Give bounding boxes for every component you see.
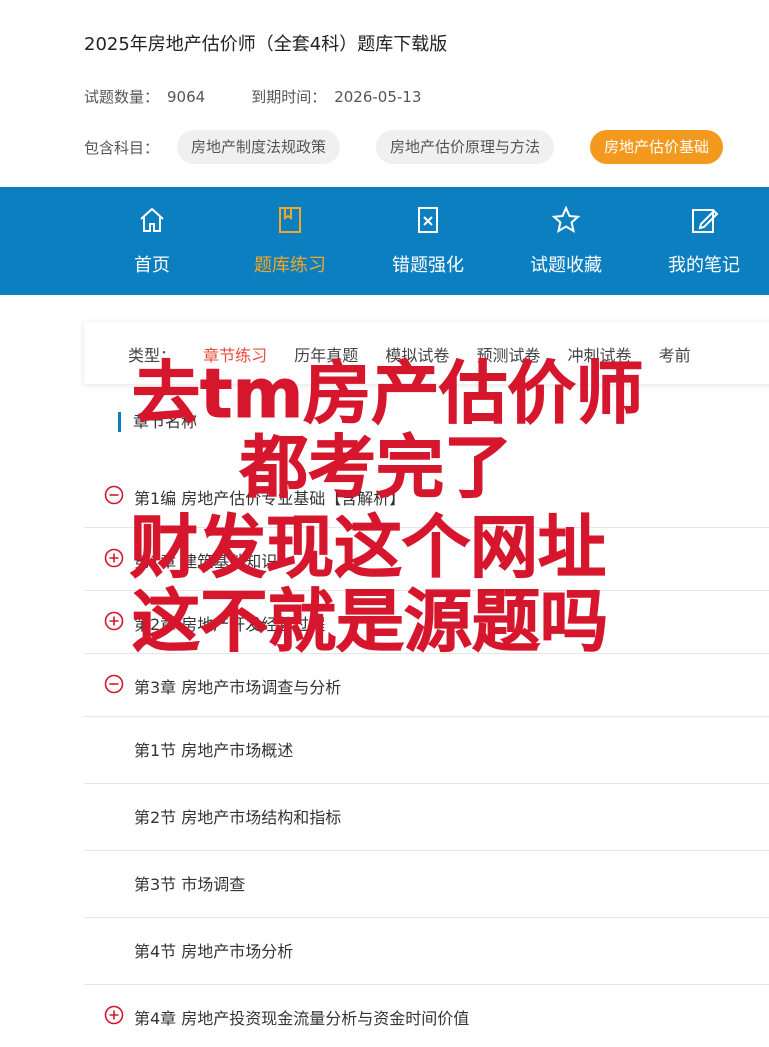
chapter-title: 第3章 房地产市场调查与分析 — [134, 678, 342, 697]
nav-practice[interactable]: 题库练习 — [230, 187, 350, 295]
section-row[interactable]: 第2节 房地产市场结构和指标 — [84, 784, 769, 851]
subject-pill[interactable]: 房地产制度法规政策 — [177, 130, 341, 164]
chapter-header: 章节名称 — [118, 412, 197, 432]
nav-wrong[interactable]: 错题强化 — [368, 187, 488, 295]
wrong-icon — [418, 207, 438, 233]
section-title: 第2节 房地产市场结构和指标 — [134, 808, 342, 827]
subject-pill-active[interactable]: 房地产估价基础 — [590, 130, 724, 164]
nav-favorites[interactable]: 试题收藏 — [506, 187, 626, 295]
type-label: 类型： — [128, 346, 177, 365]
subjects-row: 包含科目： 房地产制度法规政策 房地产估价原理与方法 房地产估价基础 — [84, 130, 759, 164]
tab-chapter-practice[interactable]: 章节练习 — [203, 346, 267, 365]
nav-label: 我的笔记 — [668, 255, 740, 276]
section-row[interactable]: 第3节 市场调查 — [84, 851, 769, 918]
count-value: 9064 — [167, 88, 206, 106]
expire-value: 2026-05-13 — [334, 88, 422, 106]
nav-notes[interactable]: 我的笔记 — [644, 187, 764, 295]
star-icon — [551, 205, 581, 234]
section-title: 第4节 房地产市场分析 — [134, 942, 294, 961]
plus-circle-icon[interactable] — [104, 1005, 124, 1025]
nav-label: 试题收藏 — [530, 255, 602, 276]
tab-pre-exam[interactable]: 考前 — [659, 346, 691, 365]
book-icon — [279, 207, 301, 233]
count-label: 试题数量： — [84, 88, 160, 106]
chapter-row[interactable]: 第1章 建筑基础知识 — [84, 528, 769, 591]
note-icon — [692, 209, 719, 233]
tab-past-exams[interactable]: 历年真题 — [294, 346, 358, 365]
chapter-row[interactable]: 第2章 房地产开发经营过程 — [84, 591, 769, 654]
chapter-title: 第4章 房地产投资现金流量分析与资金时间价值 — [134, 1009, 470, 1028]
chapter-list: 第1编 房地产估价专业基础【含解析】 第1章 建筑基础知识 第2章 房地产开发经… — [84, 465, 769, 1047]
chapter-title: 第1编 房地产估价专业基础【含解析】 — [134, 489, 406, 508]
section-row[interactable]: 第4节 房地产市场分析 — [84, 918, 769, 985]
nav-label: 首页 — [134, 255, 170, 276]
tab-predict-exams[interactable]: 预测试卷 — [476, 346, 540, 365]
tab-mock-exams[interactable]: 模拟试卷 — [385, 346, 449, 365]
subjects-label: 包含科目： — [84, 138, 160, 157]
home-icon — [140, 207, 164, 232]
nav-home[interactable]: 首页 — [92, 187, 212, 295]
chapter-row[interactable]: 第3章 房地产市场调查与分析 — [84, 654, 769, 717]
nav-label: 题库练习 — [254, 255, 326, 276]
section-title: 第1节 房地产市场概述 — [134, 741, 294, 760]
minus-circle-icon[interactable] — [104, 674, 124, 694]
section-title: 第3节 市场调查 — [134, 875, 246, 894]
type-tabs: 类型： 章节练习 历年真题 模拟试卷 预测试卷 冲刺试卷 考前 — [84, 322, 769, 384]
subject-pill[interactable]: 房地产估价原理与方法 — [376, 130, 555, 164]
nav-label: 错题强化 — [392, 255, 464, 276]
minus-circle-icon[interactable] — [104, 485, 124, 505]
chapter-row[interactable]: 第4章 房地产投资现金流量分析与资金时间价值 — [84, 985, 769, 1047]
plus-circle-icon[interactable] — [104, 611, 124, 631]
chapter-title: 第2章 房地产开发经营过程 — [134, 615, 326, 634]
section-row[interactable]: 第1节 房地产市场概述 — [84, 717, 769, 784]
plus-circle-icon[interactable] — [104, 548, 124, 568]
meta-info: 试题数量： 9064 到期时间： 2026-05-13 — [84, 86, 429, 107]
chapter-row[interactable]: 第1编 房地产估价专业基础【含解析】 — [84, 465, 769, 528]
chapter-title: 第1章 建筑基础知识 — [134, 552, 278, 571]
page-title: 2025年房地产估价师（全套4科）题库下载版 — [84, 34, 448, 55]
tab-sprint-exams[interactable]: 冲刺试卷 — [568, 346, 632, 365]
main-nav: 首页 题库练习 错题强化 试题收藏 我的笔记 — [0, 187, 769, 295]
expire-label: 到期时间： — [251, 88, 327, 106]
